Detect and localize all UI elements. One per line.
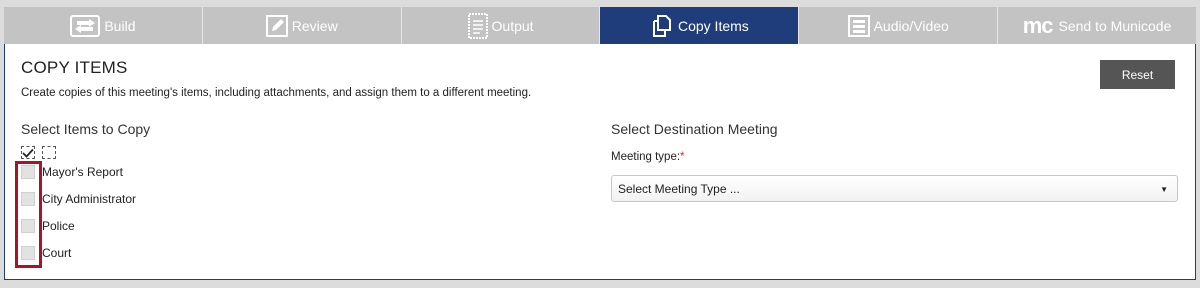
tab-review[interactable]: Review	[202, 7, 402, 44]
item-label: Police	[42, 219, 75, 233]
tab-audio-video-label: Audio/Video	[873, 17, 949, 34]
select-all-checkbox[interactable]	[21, 146, 35, 159]
tab-build[interactable]: Build	[4, 7, 203, 44]
item-label: City Administrator	[42, 192, 137, 206]
build-icon	[70, 14, 101, 37]
tab-review-label: Review	[291, 17, 338, 34]
page-title: COPY ITEMS	[21, 58, 128, 77]
tab-output[interactable]: Output	[401, 7, 601, 44]
document-icon	[467, 12, 488, 39]
copy-items-panel: COPY ITEMS Create copies of this meeting…	[4, 44, 1196, 280]
tab-audio-video[interactable]: Audio/Video	[799, 7, 999, 44]
tab-bar: Build Review Output Copy Items Audio/Vid…	[4, 7, 1196, 44]
list-item: Police	[21, 218, 75, 234]
item-label: Court	[42, 246, 72, 260]
select-none-checkbox[interactable]	[42, 146, 56, 159]
meeting-type-value: Select Meeting Type ...	[618, 181, 740, 196]
tab-build-label: Build	[104, 17, 136, 34]
list-item: City Administrator	[21, 191, 136, 207]
tab-copy-items[interactable]: Copy Items	[600, 7, 800, 44]
media-icon	[847, 14, 870, 37]
caret-down-icon: ▼	[1160, 185, 1168, 194]
municode-logo: mc	[1022, 12, 1054, 38]
reset-button[interactable]: Reset	[1100, 60, 1175, 89]
pencil-icon	[265, 14, 288, 37]
tab-send-to-municode[interactable]: mc Send to Municode	[998, 7, 1196, 44]
meeting-type-select[interactable]: Select Meeting Type ... ▼	[611, 175, 1178, 202]
list-item: Mayor's Report	[21, 164, 123, 180]
list-item: Court	[21, 245, 71, 261]
item-checkbox[interactable]	[21, 192, 35, 206]
item-checkbox[interactable]	[21, 165, 35, 179]
page-description: Create copies of this meeting's items, i…	[21, 87, 532, 99]
copy-icon	[650, 14, 674, 37]
meeting-type-label: Meeting type:*	[611, 151, 685, 163]
item-label: Mayor's Report	[42, 165, 123, 179]
item-checkbox[interactable]	[21, 219, 35, 233]
required-mark: *	[680, 151, 685, 163]
tab-copy-items-label: Copy Items	[677, 17, 749, 34]
meeting-type-label-text: Meeting type:	[611, 151, 681, 163]
tab-output-label: Output	[491, 17, 534, 34]
checkmark-icon	[22, 148, 34, 158]
tab-send-to-municode-label: Send to Municode	[1058, 17, 1172, 34]
destination-heading: Select Destination Meeting	[611, 121, 778, 137]
select-items-heading: Select Items to Copy	[21, 121, 151, 137]
item-checkbox[interactable]	[21, 246, 35, 260]
